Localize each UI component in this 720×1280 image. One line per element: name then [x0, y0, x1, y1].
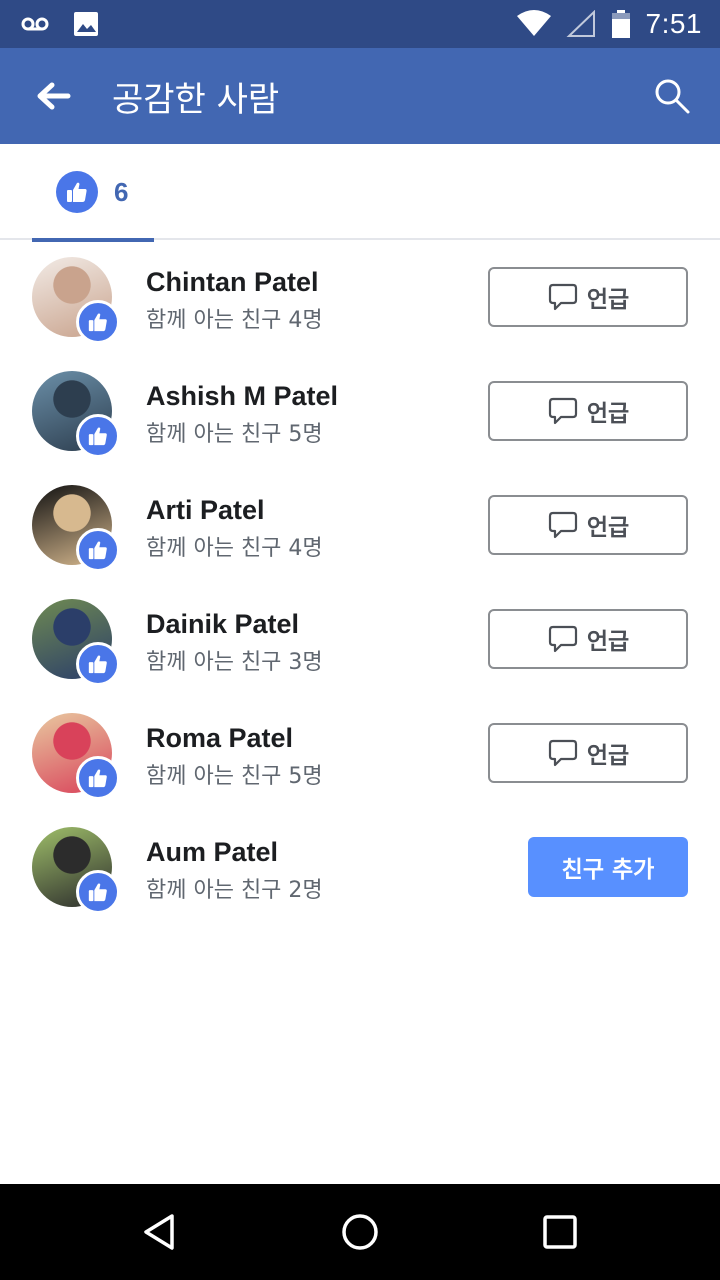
- add-friend-button[interactable]: 친구 추가: [528, 837, 688, 897]
- mention-button[interactable]: 언급: [488, 609, 688, 669]
- mutual-friends: 함께 아는 친구 2명: [146, 878, 323, 903]
- reaction-tabs: 6: [0, 144, 720, 242]
- like-icon: [56, 171, 98, 213]
- mutual-friends: 함께 아는 친구 4명: [146, 536, 323, 561]
- mutual-friends: 함께 아는 친구 3명: [146, 650, 323, 675]
- list-item[interactable]: Aum Patel 함께 아는 친구 2명 친구 추가: [0, 810, 720, 924]
- mention-button[interactable]: 언급: [488, 723, 688, 783]
- mutual-friends: 함께 아는 친구 5명: [146, 764, 323, 789]
- like-badge-icon: [76, 642, 120, 686]
- signal-icon: [566, 10, 595, 37]
- like-count: 6: [114, 177, 129, 207]
- person-name[interactable]: Dainik Patel: [146, 609, 299, 640]
- comment-icon: [548, 283, 577, 311]
- person-name[interactable]: Arti Patel: [146, 495, 265, 526]
- home-circle-icon[interactable]: [340, 1212, 380, 1252]
- app-bar: 공감한 사람: [0, 48, 720, 144]
- list-item[interactable]: Dainik Patel 함께 아는 친구 3명 언급: [0, 582, 720, 696]
- list-item[interactable]: Ashish M Patel 함께 아는 친구 5명 언급: [0, 354, 720, 468]
- person-name[interactable]: Ashish M Patel: [146, 381, 338, 412]
- add-friend-label: 친구 추가: [561, 857, 655, 883]
- like-badge-icon: [76, 528, 120, 572]
- voicemail-icon: [21, 17, 49, 31]
- mention-label: 언급: [586, 515, 630, 541]
- comment-icon: [548, 625, 577, 653]
- mention-label: 언급: [586, 743, 630, 769]
- search-icon[interactable]: [652, 76, 692, 116]
- mention-label: 언급: [586, 629, 630, 655]
- like-badge-icon: [76, 870, 120, 914]
- status-bar-right: 7:51: [516, 0, 703, 48]
- back-triangle-icon[interactable]: [140, 1212, 180, 1252]
- like-badge-icon: [76, 300, 120, 344]
- comment-icon: [548, 739, 577, 767]
- people-list: Chintan Patel 함께 아는 친구 4명 언급 Ashish M Pa…: [0, 240, 720, 924]
- mention-label: 언급: [586, 287, 630, 313]
- wifi-icon: [516, 10, 551, 36]
- recents-square-icon[interactable]: [540, 1212, 580, 1252]
- person-name[interactable]: Aum Patel: [146, 837, 278, 868]
- list-item[interactable]: Chintan Patel 함께 아는 친구 4명 언급: [0, 240, 720, 354]
- like-badge-icon: [76, 414, 120, 458]
- mutual-friends: 함께 아는 친구 5명: [146, 422, 323, 447]
- mutual-friends: 함께 아는 친구 4명: [146, 308, 323, 333]
- arrow-left-icon[interactable]: [30, 74, 74, 118]
- comment-icon: [548, 397, 577, 425]
- list-item[interactable]: Arti Patel 함께 아는 친구 4명 언급: [0, 468, 720, 582]
- person-name[interactable]: Roma Patel: [146, 723, 293, 754]
- mention-button[interactable]: 언급: [488, 495, 688, 555]
- comment-icon: [548, 511, 577, 539]
- mention-button[interactable]: 언급: [488, 267, 688, 327]
- list-item[interactable]: Roma Patel 함께 아는 친구 5명 언급: [0, 696, 720, 810]
- page-title: 공감한 사람: [112, 80, 280, 120]
- like-badge-icon: [76, 756, 120, 800]
- status-bar-left: [20, 10, 100, 38]
- person-name[interactable]: Chintan Patel: [146, 267, 319, 298]
- status-bar: 7:51: [0, 0, 720, 48]
- navigation-bar: [0, 1184, 720, 1280]
- tab-like[interactable]: 6: [32, 144, 154, 242]
- image-icon: [74, 12, 98, 36]
- mention-button[interactable]: 언급: [488, 381, 688, 441]
- battery-icon: [611, 10, 630, 38]
- status-clock: 7:51: [645, 8, 702, 39]
- mention-label: 언급: [586, 401, 630, 427]
